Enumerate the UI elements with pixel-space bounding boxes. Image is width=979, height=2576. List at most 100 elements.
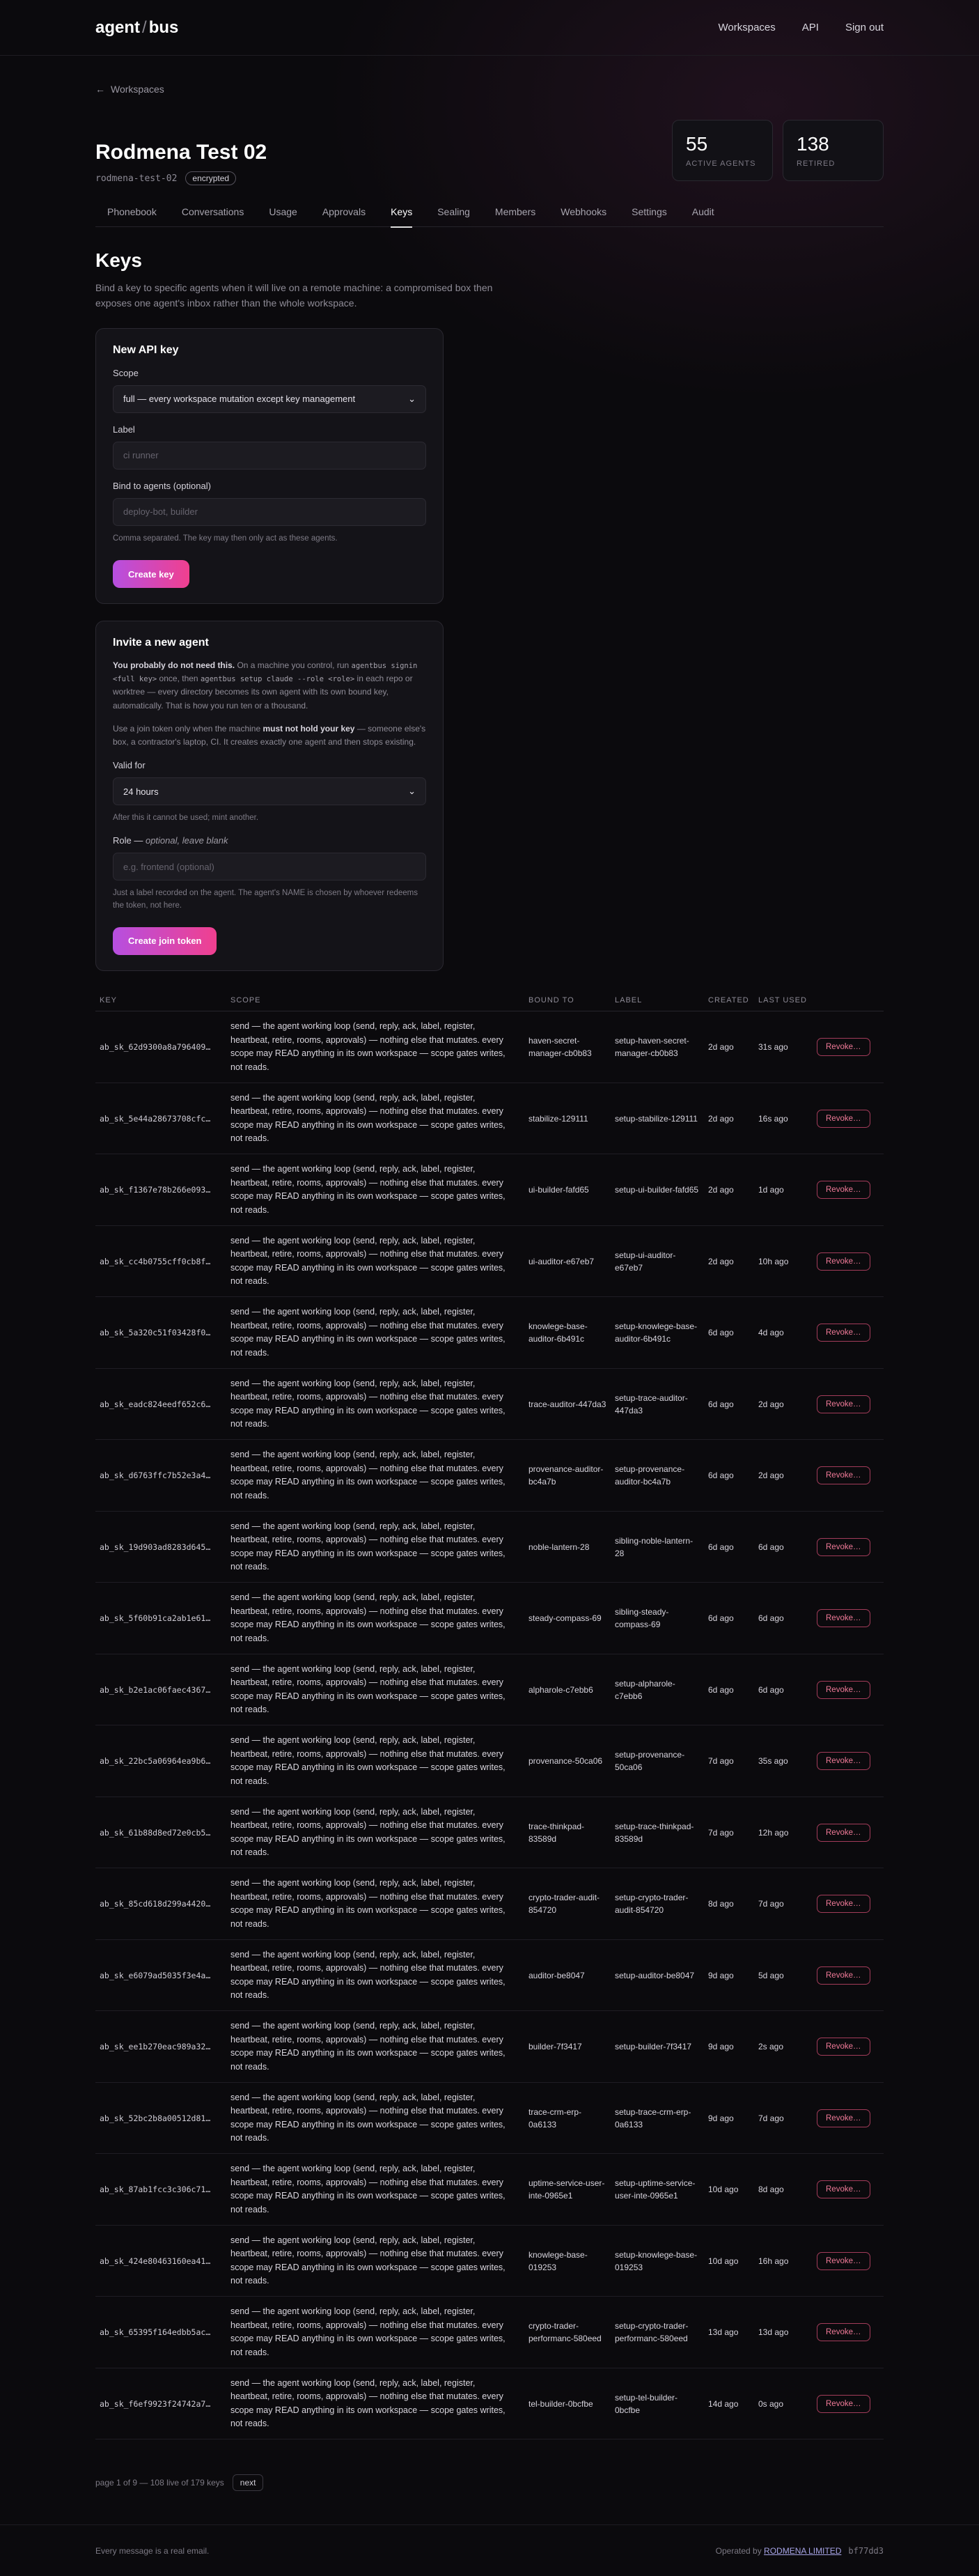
- last-used-cell: 4d ago: [754, 1296, 813, 1369]
- last-used-cell: 7d ago: [754, 1868, 813, 1940]
- created-cell: 7d ago: [704, 1725, 754, 1797]
- revoke-button[interactable]: Revoke…: [817, 1109, 870, 1128]
- create-key-button[interactable]: Create key: [113, 560, 189, 589]
- nav-sign-out[interactable]: Sign out: [845, 22, 884, 33]
- back-link[interactable]: ← Workspaces: [95, 84, 884, 95]
- role-label: Role — optional, leave blank: [113, 835, 426, 846]
- scope-cell: send — the agent working loop (send, rep…: [226, 1011, 524, 1083]
- tab-members[interactable]: Members: [483, 206, 548, 227]
- last-used-cell: 1d ago: [754, 1154, 813, 1226]
- bound-to-cell: stabilize-129111: [524, 1083, 611, 1155]
- bound-to-cell: crypto-trader-performanc-580eed: [524, 2296, 611, 2368]
- revoke-button[interactable]: Revoke…: [817, 2323, 870, 2342]
- revoke-button[interactable]: Revoke…: [817, 1537, 870, 1556]
- company-link[interactable]: RODMENA LIMITED: [764, 2546, 841, 2556]
- key-cell: ab_sk_f1367e78b266e093…: [95, 1154, 226, 1226]
- column-header-key: KEY: [95, 994, 226, 1012]
- revoke-button[interactable]: Revoke…: [817, 2109, 870, 2127]
- pagination-summary: page 1 of 9 — 108 live of 179 keys: [95, 2478, 224, 2488]
- table-row: ab_sk_87ab1fcc3c306c71… send — the agent …: [95, 2153, 884, 2226]
- nav-workspaces[interactable]: Workspaces: [719, 22, 776, 33]
- table-row: ab_sk_d6763ffc7b52e3a4… send — the agent …: [95, 1439, 884, 1512]
- scope-select[interactable]: full — every workspace mutation except k…: [113, 385, 426, 413]
- bound-to-cell: uptime-service-user-inte-0965e1: [524, 2153, 611, 2226]
- last-used-cell: 2d ago: [754, 1439, 813, 1512]
- revoke-button[interactable]: Revoke…: [817, 1181, 870, 1200]
- revoke-button[interactable]: Revoke…: [817, 1609, 870, 1628]
- stat-active-agents: 55 ACTIVE AGENTS: [672, 120, 773, 181]
- revoke-button[interactable]: Revoke…: [817, 1966, 870, 1985]
- label-cell: setup-ui-builder-fafd65: [611, 1154, 704, 1226]
- revoke-button[interactable]: Revoke…: [817, 1038, 870, 1057]
- valid-for-hint: After this it cannot be used; mint anoth…: [113, 814, 259, 823]
- key-cell: ab_sk_52bc2b8a00512d81…: [95, 2082, 226, 2155]
- stat-value: 55: [686, 133, 708, 155]
- logo-separator: /: [142, 17, 147, 37]
- actions-cell: Revoke…: [813, 1368, 884, 1441]
- stats: 55 ACTIVE AGENTS 138 RETIRED: [672, 120, 884, 181]
- join-token-explainer: Use a join token only when the machine m…: [113, 722, 426, 749]
- revoke-button[interactable]: Revoke…: [817, 1252, 870, 1271]
- revoke-button[interactable]: Revoke…: [817, 2180, 870, 2199]
- actions-cell: Revoke…: [813, 2368, 884, 2440]
- table-row: ab_sk_5e44a28673708cfc… send — the agent …: [95, 1083, 884, 1155]
- revoke-button[interactable]: Revoke…: [817, 1395, 870, 1413]
- revoke-button[interactable]: Revoke…: [817, 1752, 870, 1771]
- last-used-cell: 31s ago: [754, 1011, 813, 1083]
- created-cell: 10d ago: [704, 2153, 754, 2226]
- tab-audit[interactable]: Audit: [680, 206, 727, 227]
- actions-cell: Revoke…: [813, 1797, 884, 1869]
- tab-settings[interactable]: Settings: [619, 206, 680, 227]
- table-row: ab_sk_85cd618d299a4420… send — the agent …: [95, 1868, 884, 1940]
- create-join-token-button[interactable]: Create join token: [113, 926, 217, 955]
- key-cell: ab_sk_b2e1ac06faec4367…: [95, 1654, 226, 1726]
- label-cell: setup-haven-secret-manager-cb0b83: [611, 1011, 704, 1083]
- tab-conversations[interactable]: Conversations: [169, 206, 257, 227]
- stat-value: 138: [797, 133, 829, 155]
- tab-webhooks[interactable]: Webhooks: [548, 206, 619, 227]
- tab-sealing[interactable]: Sealing: [425, 206, 483, 227]
- label-cell: setup-ui-auditor-e67eb7: [611, 1225, 704, 1298]
- label-input[interactable]: ci runner: [113, 441, 426, 470]
- logo[interactable]: agent / bus: [95, 18, 178, 38]
- revoke-button[interactable]: Revoke…: [817, 1823, 870, 1842]
- top-bar: agent / bus Workspaces API Sign out: [0, 0, 979, 56]
- bound-to-cell: ui-builder-fafd65: [524, 1154, 611, 1226]
- scope-cell: send — the agent working loop (send, rep…: [226, 1582, 524, 1654]
- footer: Every message is a real email. Operated …: [0, 2524, 979, 2576]
- revoke-button[interactable]: Revoke…: [817, 1324, 870, 1342]
- last-used-cell: 0s ago: [754, 2368, 813, 2440]
- revoke-button[interactable]: Revoke…: [817, 1680, 870, 1699]
- scope-cell: send — the agent working loop (send, rep…: [226, 2368, 524, 2440]
- scope-cell: send — the agent working loop (send, rep…: [226, 1439, 524, 1512]
- role-input[interactable]: e.g. frontend (optional): [113, 853, 426, 881]
- main-content: ← Workspaces Rodmena Test 02 rodmena-tes…: [0, 84, 979, 2492]
- tab-keys[interactable]: Keys: [378, 206, 425, 228]
- revoke-button[interactable]: Revoke…: [817, 1466, 870, 1485]
- last-used-cell: 5d ago: [754, 1939, 813, 2012]
- join-token-bold: must not hold your key: [263, 723, 355, 734]
- scope-cell: send — the agent working loop (send, rep…: [226, 1797, 524, 1869]
- tab-approvals[interactable]: Approvals: [310, 206, 378, 227]
- key-cell: ab_sk_85cd618d299a4420…: [95, 1868, 226, 1940]
- top-nav: Workspaces API Sign out: [719, 22, 884, 33]
- revoke-button[interactable]: Revoke…: [817, 2038, 870, 2056]
- valid-for-select[interactable]: 24 hours ⌄: [113, 777, 426, 806]
- scope-cell: send — the agent working loop (send, rep…: [226, 1368, 524, 1441]
- key-cell: ab_sk_87ab1fcc3c306c71…: [95, 2153, 226, 2226]
- actions-cell: Revoke…: [813, 1083, 884, 1155]
- revoke-button[interactable]: Revoke…: [817, 2251, 870, 2270]
- bound-to-cell: haven-secret-manager-cb0b83: [524, 1011, 611, 1083]
- setup-command: agentbus setup claude --role <role>: [200, 675, 355, 684]
- created-cell: 14d ago: [704, 2368, 754, 2440]
- next-page-button[interactable]: next: [232, 2474, 264, 2492]
- revoke-button[interactable]: Revoke…: [817, 2394, 870, 2413]
- revoke-button[interactable]: Revoke…: [817, 1895, 870, 1914]
- nav-api[interactable]: API: [802, 22, 819, 33]
- actions-cell: Revoke…: [813, 1939, 884, 2012]
- workspace-slug: rodmena-test-02: [95, 173, 178, 184]
- tab-usage[interactable]: Usage: [256, 206, 309, 227]
- tab-phonebook[interactable]: Phonebook: [95, 206, 169, 227]
- bind-agents-input[interactable]: deploy-bot, builder: [113, 497, 426, 526]
- last-used-cell: 12h ago: [754, 1797, 813, 1869]
